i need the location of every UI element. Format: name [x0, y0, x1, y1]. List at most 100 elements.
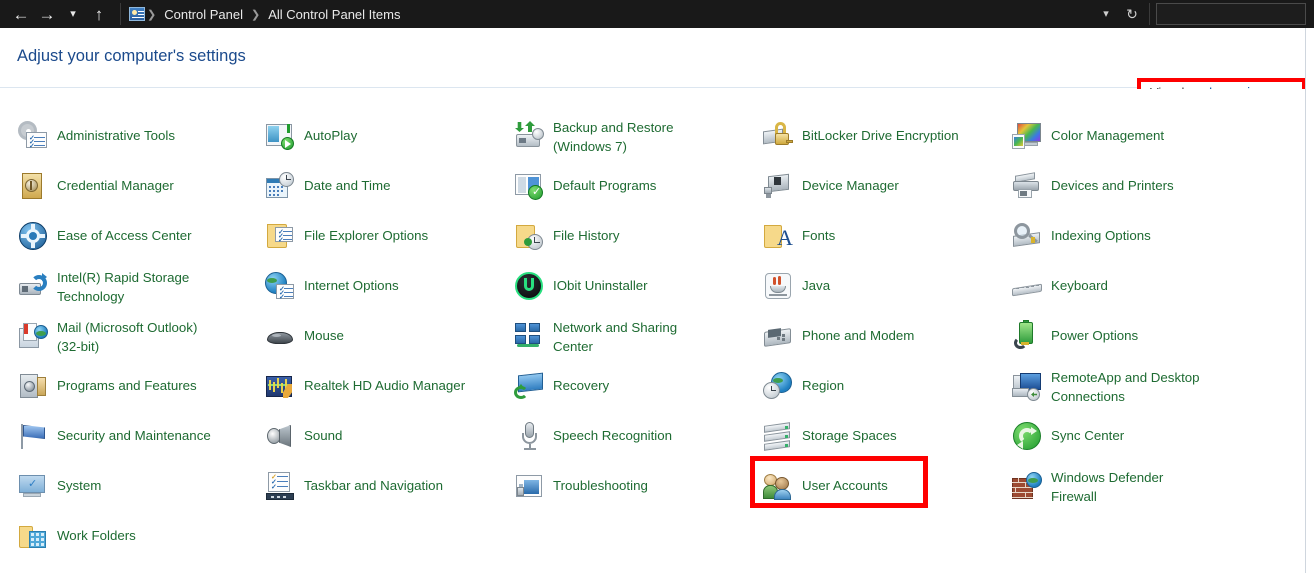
default-programs-icon: ✓: [513, 170, 545, 202]
breadcrumb-item-all-control-panel-items[interactable]: All Control Panel Items: [262, 7, 406, 22]
control-panel-item-label[interactable]: Color Management: [1051, 117, 1164, 145]
control-panel-item-windows-defender-firewall[interactable]: Windows Defender Firewall: [1011, 467, 1296, 517]
control-panel-item-label[interactable]: BitLocker Drive Encryption: [802, 117, 959, 145]
control-panel-item-label[interactable]: Phone and Modem: [802, 317, 914, 345]
control-panel-item-label[interactable]: Realtek HD Audio Manager: [304, 367, 465, 395]
breadcrumb-item-control-panel[interactable]: Control Panel: [158, 7, 249, 22]
control-panel-item-label[interactable]: Intel(R) Rapid Storage Technology: [57, 267, 189, 306]
control-panel-item-remoteapp-and-desktop[interactable]: RemoteApp and Desktop Connections: [1011, 367, 1296, 417]
internet-options-icon: ✓ ✓ ✓: [264, 270, 296, 302]
control-panel-item-label[interactable]: Troubleshooting: [553, 467, 648, 495]
control-panel-item-storage-spaces[interactable]: Storage Spaces: [762, 417, 1002, 467]
refresh-icon[interactable]: ↻: [1119, 0, 1145, 28]
control-panel-item-power-options[interactable]: Power Options: [1011, 317, 1296, 367]
control-panel-item-label[interactable]: Mail (Microsoft Outlook) (32-bit): [57, 317, 197, 356]
control-panel-item-label[interactable]: File History: [553, 217, 620, 245]
forward-button[interactable]: →: [34, 0, 60, 28]
control-panel-item-label[interactable]: Recovery: [553, 367, 609, 395]
control-panel-item-speech-recognition[interactable]: Speech Recognition: [513, 417, 753, 467]
control-panel-item-label[interactable]: Sync Center: [1051, 417, 1124, 445]
control-panel-item-label[interactable]: System: [57, 467, 101, 495]
control-panel-item-label[interactable]: Indexing Options: [1051, 217, 1151, 245]
control-panel-item-label[interactable]: Keyboard: [1051, 267, 1108, 295]
control-panel-item-label[interactable]: Speech Recognition: [553, 417, 672, 445]
control-panel-item-administrative-tools[interactable]: ✓ ✓ ✓ Administrative Tools: [17, 117, 257, 167]
control-panel-item-label[interactable]: Work Folders: [57, 517, 136, 545]
control-panel-item-security-and-maintenance[interactable]: Security and Maintenance: [17, 417, 257, 467]
control-panel-item-label[interactable]: Java: [802, 267, 830, 295]
control-panel-item-label[interactable]: Date and Time: [304, 167, 390, 195]
control-panel-item-keyboard[interactable]: Keyboard: [1011, 267, 1296, 317]
control-panel-item-label[interactable]: Power Options: [1051, 317, 1138, 345]
control-panel-item-ease-of-access-center[interactable]: Ease of Access Center: [17, 217, 257, 267]
control-panel-item-taskbar-and-navigation[interactable]: ✓ ✓ ✓ Taskbar and Navigation: [264, 467, 504, 517]
control-panel-item-bitlocker-drive-encryption[interactable]: BitLocker Drive Encryption: [762, 117, 1002, 167]
control-panel-item-device-manager[interactable]: Device Manager: [762, 167, 1002, 217]
control-panel-item-file-explorer-options[interactable]: ✓ ✓ ✓ File Explorer Options: [264, 217, 504, 267]
control-panel-item-fonts[interactable]: A Fonts: [762, 217, 1002, 267]
control-panel-item-region[interactable]: Region: [762, 367, 1002, 417]
control-panel-item-troubleshooting[interactable]: Troubleshooting: [513, 467, 753, 517]
control-panel-item-label[interactable]: Region: [802, 367, 844, 395]
control-panel-item-java[interactable]: Java: [762, 267, 1002, 317]
control-panel-item-label[interactable]: Devices and Printers: [1051, 167, 1174, 195]
control-panel-item-date-and-time[interactable]: Date and Time: [264, 167, 504, 217]
control-panel-item-label[interactable]: Mouse: [304, 317, 344, 345]
control-panel-item-system[interactable]: ✓ System: [17, 467, 257, 517]
control-panel-item-label[interactable]: Sound: [304, 417, 342, 445]
control-panel-item-label[interactable]: Fonts: [802, 217, 835, 245]
autoplay-icon: [264, 120, 296, 152]
window-outer-margin: [1306, 28, 1314, 573]
power-options-icon: [1011, 320, 1043, 352]
control-panel-item-label[interactable]: Administrative Tools: [57, 117, 175, 145]
control-panel-item-color-management[interactable]: Color Management: [1011, 117, 1296, 167]
control-panel-item-user-accounts[interactable]: User Accounts: [762, 467, 1002, 517]
control-panel-item-internet-options[interactable]: ✓ ✓ ✓ Internet Options: [264, 267, 504, 317]
control-panel-item-backup-and-restore[interactable]: Backup and Restore (Windows 7): [513, 117, 753, 167]
control-panel-item-label[interactable]: IObit Uninstaller: [553, 267, 648, 295]
control-panel-item-label[interactable]: Network and Sharing Center: [553, 317, 677, 356]
control-panel-item-label[interactable]: File Explorer Options: [304, 217, 428, 245]
credential-manager-icon: [17, 170, 49, 202]
control-panel-item-iobit-uninstaller[interactable]: IObit Uninstaller: [513, 267, 753, 317]
control-panel-item-realtek-hd-audio-manager[interactable]: Realtek HD Audio Manager: [264, 367, 504, 417]
keyboard-icon: [1011, 270, 1043, 302]
control-panel-item-label[interactable]: User Accounts: [802, 467, 888, 495]
control-panel-item-sync-center[interactable]: Sync Center: [1011, 417, 1296, 467]
control-panel-item-autoplay[interactable]: AutoPlay: [264, 117, 504, 167]
control-panel-item-recovery[interactable]: Recovery: [513, 367, 753, 417]
control-panel-item-credential-manager[interactable]: Credential Manager: [17, 167, 257, 217]
control-panel-item-default-programs[interactable]: ✓ Default Programs: [513, 167, 753, 217]
control-panel-item-file-history[interactable]: File History: [513, 217, 753, 267]
control-panel-item-label[interactable]: Programs and Features: [57, 367, 197, 395]
control-panel-item-sound[interactable]: Sound: [264, 417, 504, 467]
control-panel-item-label[interactable]: Device Manager: [802, 167, 899, 195]
control-panel-item-label[interactable]: Ease of Access Center: [57, 217, 192, 245]
up-button[interactable]: ↑: [86, 0, 112, 28]
control-panel-item-label[interactable]: Credential Manager: [57, 167, 174, 195]
control-panel-item-network-and-sharing[interactable]: Network and Sharing Center: [513, 317, 753, 367]
recent-locations-button[interactable]: ▾: [60, 0, 86, 28]
control-panel-item-label[interactable]: Storage Spaces: [802, 417, 897, 445]
control-panel-item-label[interactable]: Backup and Restore (Windows 7): [553, 117, 673, 156]
control-panel-item-label[interactable]: Taskbar and Navigation: [304, 467, 443, 495]
search-input[interactable]: [1156, 3, 1306, 25]
ease-of-access-center-icon: [17, 220, 49, 252]
control-panel-item-phone-and-modem[interactable]: Phone and Modem: [762, 317, 1002, 367]
control-panel-item-label[interactable]: Default Programs: [553, 167, 656, 195]
control-panel-item-programs-and-features[interactable]: Programs and Features: [17, 367, 257, 417]
control-panel-item-label[interactable]: Internet Options: [304, 267, 399, 295]
control-panel-item-label[interactable]: RemoteApp and Desktop Connections: [1051, 367, 1200, 406]
control-panel-item-indexing-options[interactable]: Indexing Options: [1011, 217, 1296, 267]
control-panel-item-label[interactable]: AutoPlay: [304, 117, 357, 145]
address-history-button[interactable]: ▾: [1093, 0, 1119, 28]
breadcrumb[interactable]: ❯ Control Panel ❯ All Control Panel Item…: [120, 3, 1093, 25]
control-panel-item-mouse[interactable]: Mouse: [264, 317, 504, 367]
control-panel-item-intel-rapid-storage[interactable]: Intel(R) Rapid Storage Technology: [17, 267, 257, 317]
control-panel-item-label[interactable]: Security and Maintenance: [57, 417, 211, 445]
control-panel-item-label[interactable]: Windows Defender Firewall: [1051, 467, 1163, 506]
control-panel-item-mail-outlook[interactable]: Mail (Microsoft Outlook) (32-bit): [17, 317, 257, 367]
control-panel-item-devices-and-printers[interactable]: Devices and Printers: [1011, 167, 1296, 217]
control-panel-item-work-folders[interactable]: Work Folders: [17, 517, 257, 567]
back-button[interactable]: ←: [8, 0, 34, 28]
